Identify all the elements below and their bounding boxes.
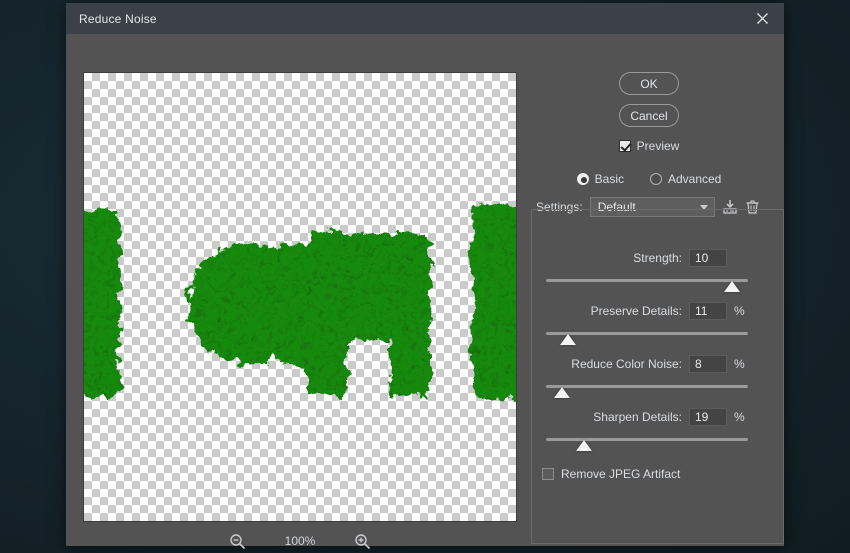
control-head-preserve-details: Preserve Details: 11 %	[514, 302, 784, 320]
slider-strength[interactable]	[546, 278, 748, 292]
label-sharpen-details: Sharpen Details:	[593, 410, 682, 424]
control-reduce-color-noise: Reduce Color Noise: 8 %	[514, 355, 784, 398]
slider-sharpen-details[interactable]	[546, 437, 748, 451]
input-preserve-details[interactable]: 11	[689, 302, 727, 320]
control-head-sharpen-details: Sharpen Details: 19 %	[514, 408, 784, 426]
desktop-backdrop: Reduce Noise 100% OK Cancel Preview Basi…	[0, 0, 850, 553]
input-sharpen-details[interactable]: 19	[689, 408, 727, 426]
radio-basic[interactable]: Basic	[576, 172, 624, 186]
mode-radio-group: Basic Advanced	[514, 172, 784, 186]
reduce-noise-dialog: Reduce Noise 100% OK Cancel Preview Basi…	[66, 3, 784, 549]
slider-reduce-color-noise[interactable]	[546, 384, 748, 398]
slider-thumb-preserve-details[interactable]	[560, 334, 577, 345]
controls-panel: OK Cancel Preview Basic Advanced Setting…	[514, 34, 784, 546]
slider-track-reduce-color-noise	[546, 385, 748, 388]
zoom-in-glyph	[355, 533, 371, 549]
zoom-out-glyph	[230, 533, 246, 549]
checkbox-box-jpeg	[542, 468, 554, 480]
unit-reduce-color-noise: %	[734, 357, 745, 371]
preview-canvas[interactable]	[83, 72, 517, 522]
radio-advanced[interactable]: Advanced	[649, 172, 722, 186]
preview-leaf-text-artwork	[84, 205, 516, 397]
radio-label-basic: Basic	[594, 172, 624, 186]
zoom-level-label: 100%	[284, 534, 316, 548]
remove-jpeg-artifact-label: Remove JPEG Artifact	[561, 467, 681, 481]
input-reduce-color-noise[interactable]: 8	[689, 355, 727, 373]
slider-thumb-sharpen-details[interactable]	[576, 440, 593, 451]
preview-checkbox-label: Preview	[636, 139, 680, 153]
dialog-body: 100% OK Cancel Preview Basic Advanced Se…	[66, 34, 784, 549]
remove-jpeg-artifact-checkbox[interactable]: Remove JPEG Artifact	[542, 467, 680, 481]
close-glyph	[756, 13, 768, 24]
control-strength: Strength: 10	[514, 249, 784, 292]
slider-track-preserve-details	[546, 332, 748, 335]
input-strength[interactable]: 10	[689, 249, 727, 267]
dialog-titlebar[interactable]: Reduce Noise	[66, 3, 784, 34]
zoom-out-icon[interactable]	[229, 533, 246, 550]
cancel-button[interactable]: Cancel	[619, 104, 679, 127]
slider-track-strength	[546, 279, 748, 282]
radio-dot-advanced	[649, 173, 662, 185]
label-strength: Strength:	[633, 251, 682, 265]
unit-preserve-details: %	[734, 304, 745, 318]
ok-button[interactable]: OK	[619, 72, 679, 95]
unit-sharpen-details: %	[734, 410, 745, 424]
slider-thumb-strength[interactable]	[723, 281, 740, 292]
dialog-title: Reduce Noise	[79, 11, 157, 26]
zoom-in-icon[interactable]	[354, 533, 371, 550]
preview-checkbox[interactable]: Preview	[514, 139, 784, 153]
slider-thumb-reduce-color-noise[interactable]	[554, 387, 571, 398]
control-preserve-details: Preserve Details: 11 %	[514, 302, 784, 345]
label-preserve-details: Preserve Details:	[590, 304, 682, 318]
label-reduce-color-noise: Reduce Color Noise:	[571, 357, 682, 371]
control-head-reduce-color-noise: Reduce Color Noise: 8 %	[514, 355, 784, 373]
control-head-strength: Strength: 10	[514, 249, 784, 267]
control-sharpen-details: Sharpen Details: 19 %	[514, 408, 784, 451]
close-icon[interactable]	[740, 3, 784, 34]
preview-zoom-controls: 100%	[83, 529, 517, 553]
checkbox-box-preview	[618, 140, 631, 152]
radio-label-advanced: Advanced	[667, 172, 722, 186]
slider-preserve-details[interactable]	[546, 331, 748, 345]
radio-dot-basic	[576, 173, 589, 185]
